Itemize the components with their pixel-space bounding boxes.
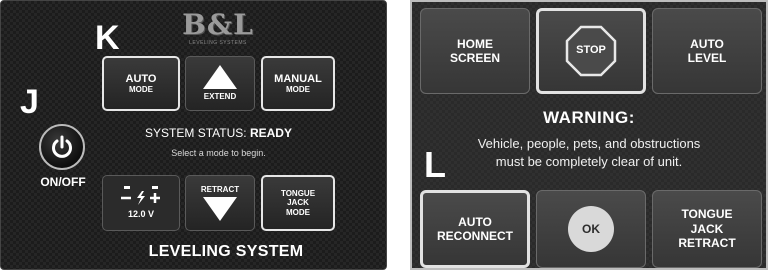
callout-k: K [95, 19, 120, 57]
auto-level-line2: LEVEL [687, 51, 727, 65]
system-status-value: READY [249, 126, 292, 140]
retract-label: RETRACT [200, 184, 240, 194]
tongue-jack-retract-line1: TONGUE [681, 207, 733, 222]
auto-reconnect-line2: RECONNECT [436, 229, 513, 243]
manual-mode-button[interactable]: MANUAL MODE [261, 56, 335, 111]
tongue-jack-retract-line2: JACK [690, 221, 724, 236]
retract-button[interactable]: RETRACT [185, 175, 255, 231]
battery-indicator: 12.0 V [102, 175, 180, 231]
auto-level-button[interactable]: AUTO LEVEL [652, 8, 762, 94]
tongue-jack-line1: TONGUE [280, 189, 316, 199]
battery-icon [118, 186, 164, 206]
warning-message: Vehicle, people, pets, and obstructions … [422, 135, 756, 171]
leveling-system-panel: B&L LEVELING SYSTEMS K J ON/OFF AUTO MOD… [0, 0, 387, 270]
warning-line-1: Vehicle, people, pets, and obstructions [477, 136, 701, 151]
brand-mark: B&L [182, 8, 254, 41]
callout-l: L [424, 144, 446, 185]
leveling-system-title: LEVELING SYSTEM [148, 243, 304, 260]
ok-button[interactable]: OK [536, 190, 646, 268]
tongue-jack-retract-button[interactable]: TONGUE JACK RETRACT [652, 190, 762, 268]
extend-button[interactable]: EXTEND [185, 56, 255, 111]
home-screen-button[interactable]: HOME SCREEN [420, 8, 530, 94]
tongue-jack-line2: JACK [287, 198, 309, 208]
auto-mode-label: AUTO [125, 72, 157, 85]
manual-mode-label: MANUAL [274, 72, 322, 85]
arrow-up-icon [203, 65, 237, 90]
brand-tagline: LEVELING SYSTEMS [189, 40, 247, 46]
tongue-jack-retract-line3: RETRACT [678, 236, 736, 251]
system-status: SYSTEM STATUS: READY [102, 126, 335, 140]
auto-reconnect-button[interactable]: AUTO RECONNECT [420, 190, 530, 268]
home-screen-line1: HOME [457, 36, 493, 51]
manual-mode-sublabel: MODE [286, 85, 310, 95]
home-screen-line2: SCREEN [449, 51, 500, 65]
system-status-label: SYSTEM STATUS: [145, 126, 247, 140]
auto-level-line1: AUTO [690, 36, 724, 51]
tongue-jack-mode-button[interactable]: TONGUE JACK MODE [261, 175, 335, 231]
battery-voltage: 12.0 V [127, 209, 155, 220]
ok-label: OK [582, 221, 600, 236]
ok-circle-icon: OK [568, 206, 614, 252]
arrow-down-icon [203, 197, 237, 222]
power-label: ON/OFF [40, 175, 86, 189]
power-icon [52, 135, 72, 158]
extend-label: EXTEND [203, 92, 237, 102]
auto-mode-button[interactable]: AUTO MODE [102, 56, 180, 111]
warning-title: WARNING: [543, 108, 635, 127]
auto-mode-sublabel: MODE [129, 85, 153, 95]
status-hint: Select a mode to begin. [171, 148, 266, 158]
stop-button[interactable]: STOP [536, 8, 646, 94]
stop-sign-icon: STOP [565, 25, 617, 77]
brand-logo: B&L LEVELING SYSTEMS [163, 11, 273, 47]
auto-reconnect-line1: AUTO [458, 214, 492, 229]
warning-panel: HOME SCREEN STOP AUTO LEVEL WARNING: Veh… [410, 0, 768, 270]
stop-label: STOP [576, 44, 606, 57]
callout-j: J [20, 83, 39, 121]
warning-line-2: must be completely clear of unit. [495, 154, 683, 170]
tongue-jack-line3: MODE [286, 207, 310, 217]
power-button[interactable] [39, 124, 85, 170]
